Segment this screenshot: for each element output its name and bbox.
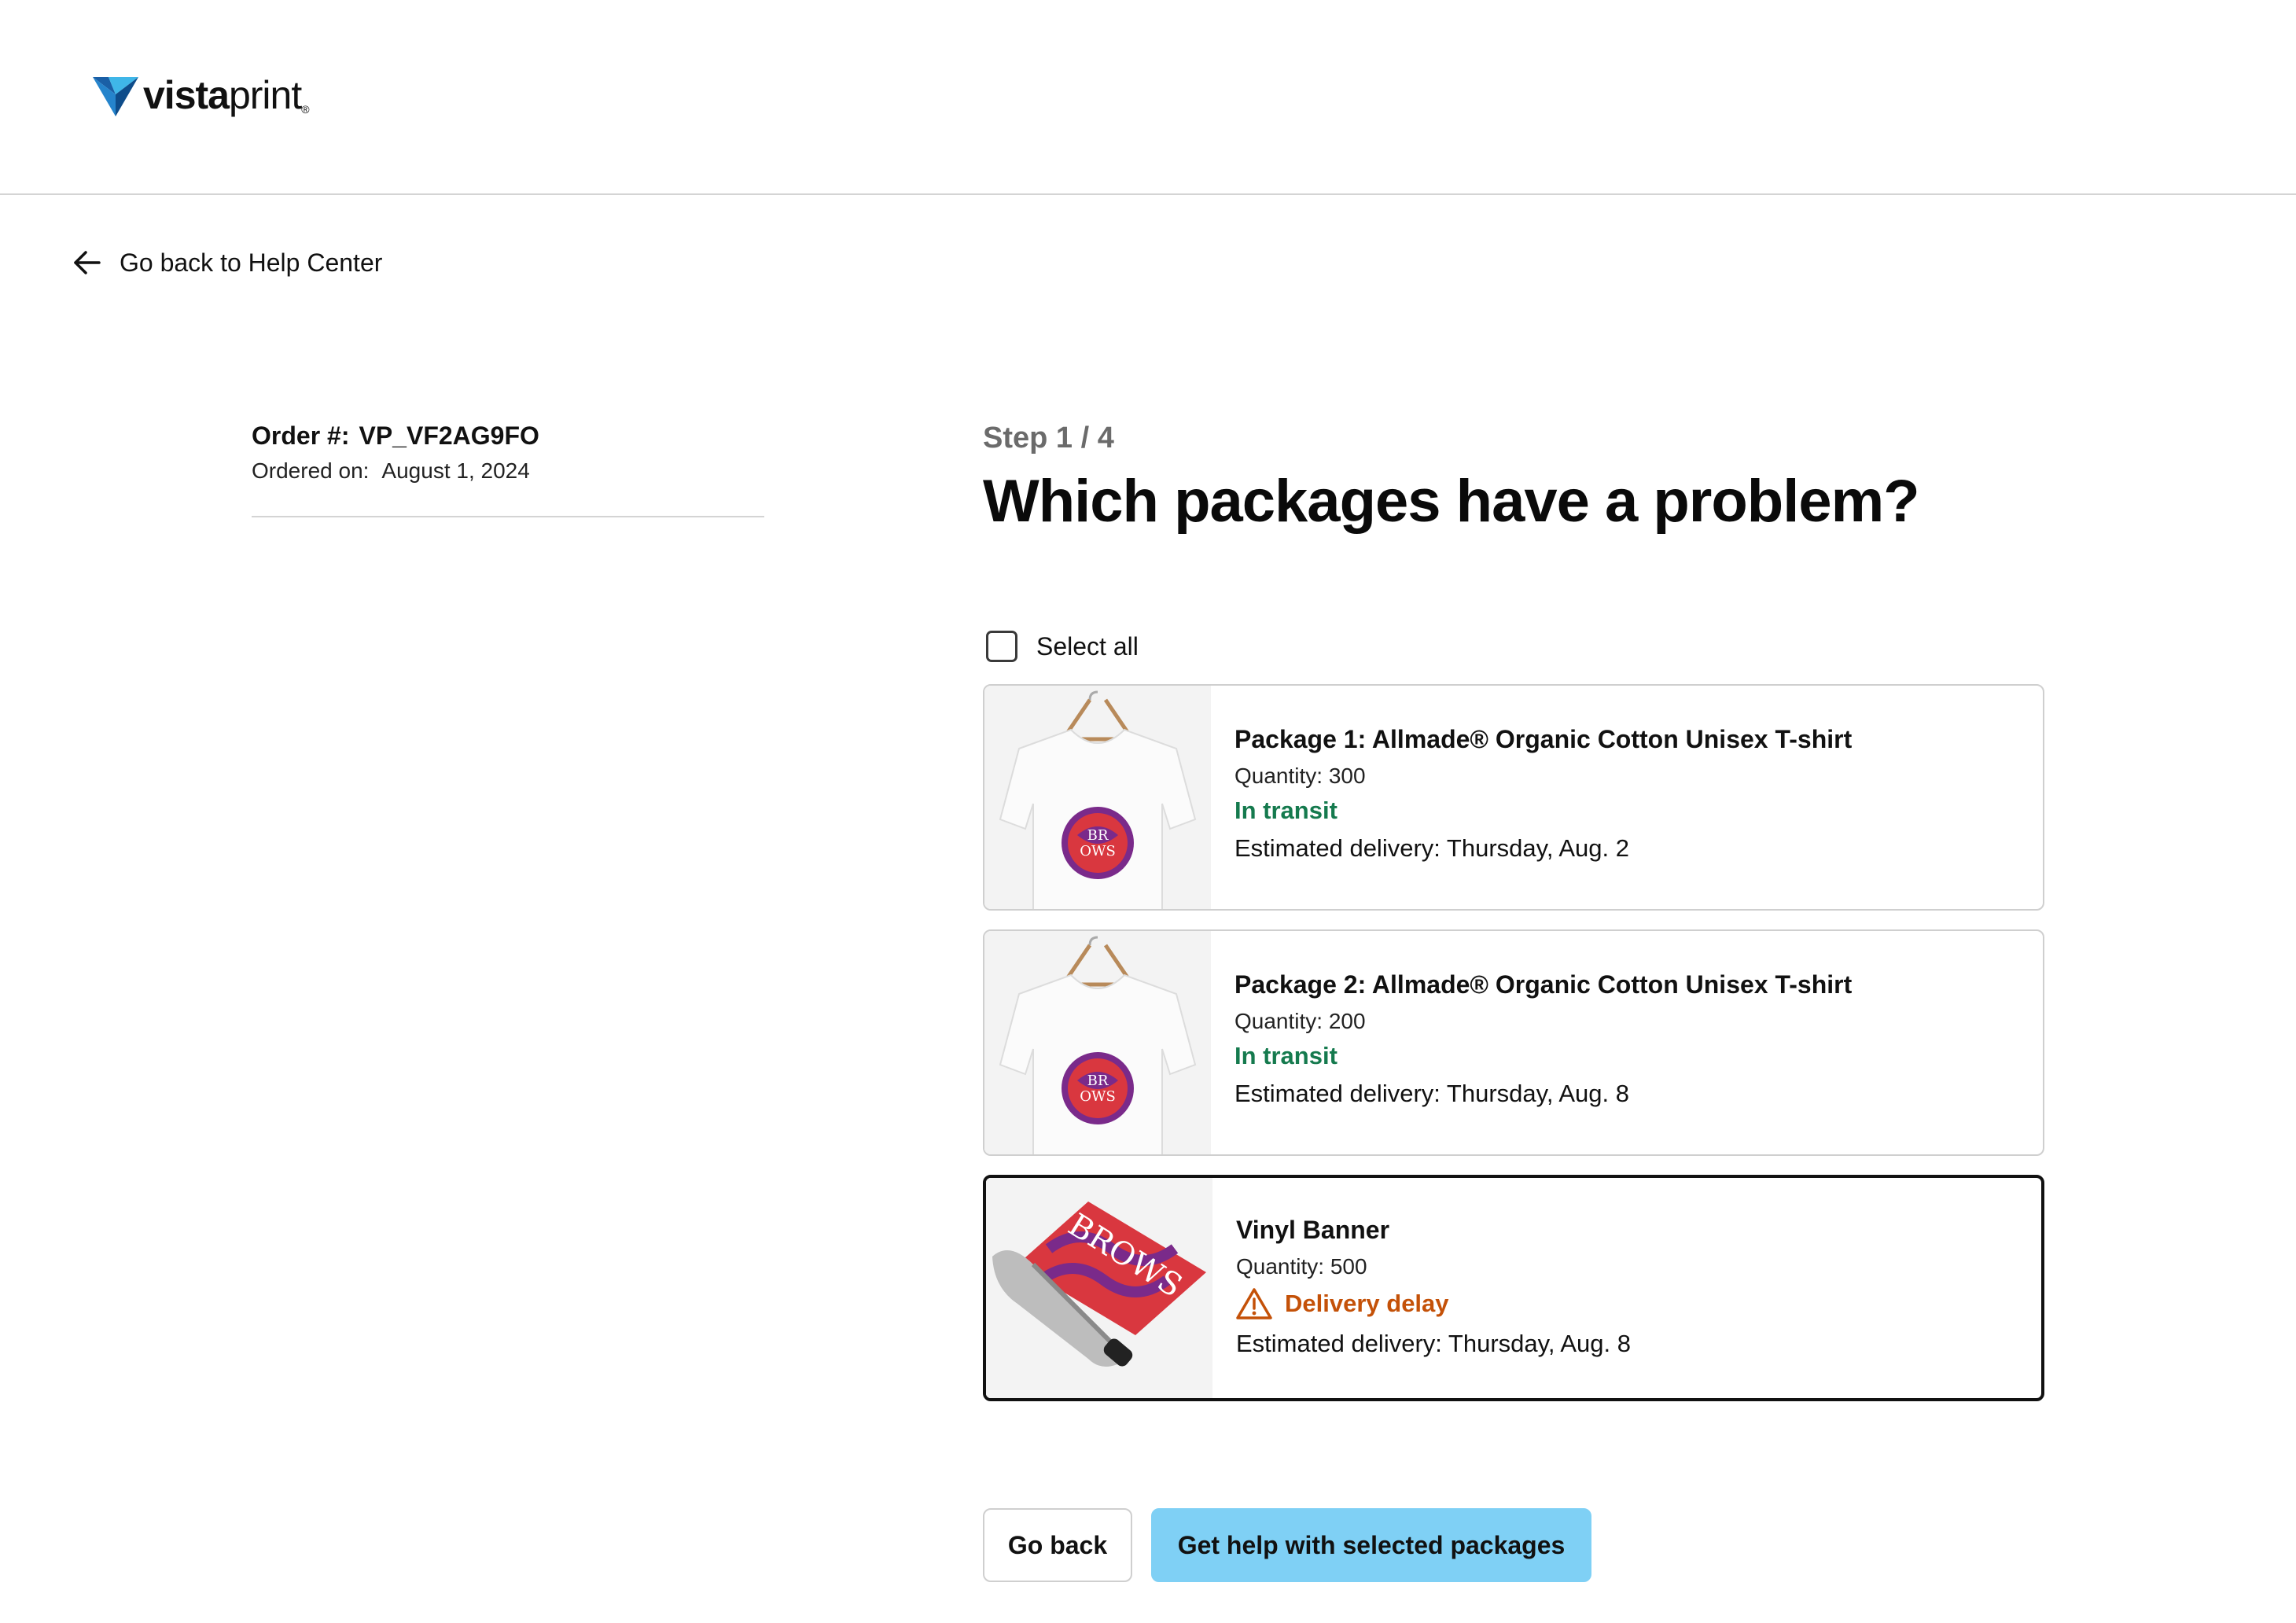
- package-details: Vinyl Banner Quantity: 500 Delivery dela…: [1236, 1216, 1631, 1358]
- page-title: Which packages have a problem?: [983, 468, 1920, 535]
- order-number: Order #: VP_VF2AG9FO: [252, 421, 539, 450]
- arrow-left-icon: [74, 251, 101, 274]
- go-back-button[interactable]: Go back: [983, 1508, 1132, 1582]
- checkbox-box[interactable]: [986, 631, 1017, 662]
- step-indicator: Step 1 / 4: [983, 421, 1114, 455]
- get-help-button[interactable]: Get help with selected packages: [1151, 1508, 1591, 1582]
- svg-text:OWS: OWS: [1080, 843, 1116, 859]
- package-card-2[interactable]: BR OWS Package 2: Allmade® Organic Cotto…: [983, 929, 2044, 1156]
- select-all-checkbox[interactable]: Select all: [986, 631, 1139, 662]
- package-name: Package 1: Allmade® Organic Cotton Unise…: [1234, 725, 1853, 753]
- select-all-label: Select all: [1036, 631, 1139, 661]
- svg-text:BR: BR: [1087, 827, 1109, 844]
- warning-icon: [1236, 1288, 1272, 1319]
- package-name: Package 2: Allmade® Organic Cotton Unise…: [1234, 970, 1853, 999]
- package-quantity: Quantity: 300: [1234, 764, 1366, 788]
- package-name: Vinyl Banner: [1236, 1216, 1390, 1244]
- tshirt-image: BR OWS: [984, 931, 1211, 1154]
- site-header: vistaprint®: [0, 0, 2296, 195]
- vistaprint-logo-icon: [93, 77, 138, 116]
- tshirt-image: BR OWS: [984, 686, 1211, 909]
- svg-text:OWS: OWS: [1080, 1088, 1116, 1105]
- package-card-1[interactable]: BR OWS Package 1: Allmade® Organic Cotto…: [983, 684, 2044, 911]
- package-eta: Estimated delivery: Thursday, Aug. 8: [1236, 1330, 1631, 1357]
- package-card-3[interactable]: BROWS Vinyl Banner Quantity: 500 Deliver…: [983, 1175, 2044, 1401]
- back-to-help-center-link[interactable]: Go back to Help Center: [71, 247, 382, 278]
- package-status: In transit: [1234, 797, 1337, 824]
- vistaprint-logo[interactable]: vistaprint®: [93, 73, 310, 117]
- package-quantity: Quantity: 200: [1234, 1009, 1366, 1033]
- package-details: Package 2: Allmade® Organic Cotton Unise…: [1234, 970, 1852, 1108]
- order-summary: Order #: VP_VF2AG9FO Ordered on: August 1,…: [252, 421, 764, 517]
- vinyl-banner-image: BROWS: [986, 1178, 1212, 1398]
- svg-text:BR: BR: [1087, 1073, 1109, 1089]
- logo-wordmark: vistaprint®: [143, 73, 310, 117]
- package-eta: Estimated delivery: Thursday, Aug. 8: [1234, 1080, 1629, 1107]
- package-eta: Estimated delivery: Thursday, Aug. 2: [1234, 834, 1629, 862]
- order-date: Ordered on: August 1, 2024: [252, 458, 530, 483]
- package-quantity: Quantity: 500: [1236, 1254, 1367, 1279]
- package-status: In transit: [1234, 1042, 1337, 1069]
- package-details: Package 1: Allmade® Organic Cotton Unise…: [1234, 725, 1852, 863]
- package-status: Delivery delay: [1236, 1287, 1631, 1320]
- back-link-label: Go back to Help Center: [120, 248, 383, 277]
